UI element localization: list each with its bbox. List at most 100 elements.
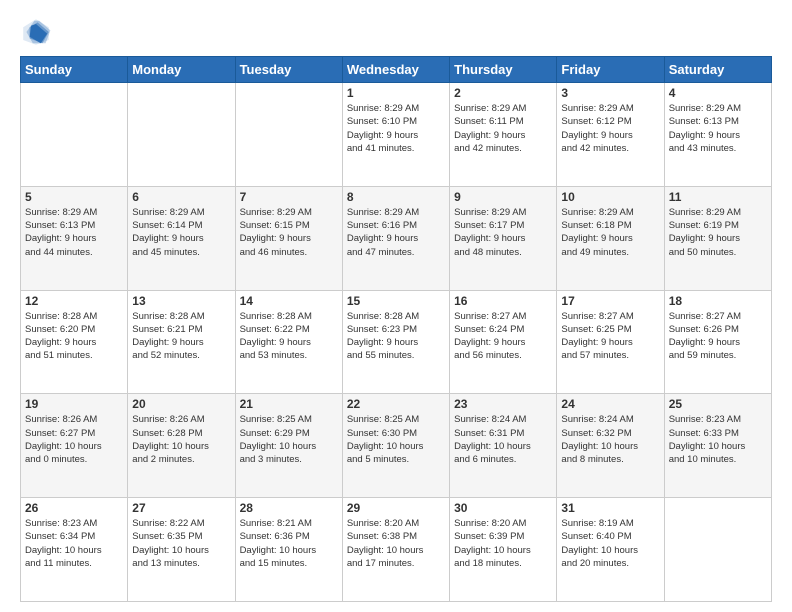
calendar-day-cell: 23Sunrise: 8:24 AM Sunset: 6:31 PM Dayli…: [450, 394, 557, 498]
calendar-day-cell: 12 Sunrise: 8:28 AM Sunset: 6:20 PM Dayli…: [21, 290, 128, 394]
calendar-day-cell: 7 Sunrise: 8:29 AM Sunset: 6:15 PM Daylig…: [235, 186, 342, 290]
calendar-week-row: 1 Sunrise: 8:29 AM Sunset: 6:10 PM Daylig…: [21, 83, 772, 187]
calendar-day-cell: 3 Sunrise: 8:29 AM Sunset: 6:12 PM Daylig…: [557, 83, 664, 187]
logo: [20, 16, 56, 48]
day-info: Sunrise: 8:19 AM Sunset: 6:40 PM Dayligh…: [561, 517, 659, 570]
calendar-header-cell: Sunday: [21, 57, 128, 83]
day-info: Sunrise: 8:28 AM Sunset: 6:22 PM Dayligh…: [240, 310, 338, 363]
day-number: 20: [132, 397, 230, 411]
calendar-day-cell: 15 Sunrise: 8:28 AM Sunset: 6:23 PM Dayli…: [342, 290, 449, 394]
day-info: Sunrise: 8:29 AM Sunset: 6:10 PM Dayligh…: [347, 102, 445, 155]
day-info: Sunrise: 8:28 AM Sunset: 6:20 PM Dayligh…: [25, 310, 123, 363]
calendar-day-cell: 27Sunrise: 8:22 AM Sunset: 6:35 PM Dayli…: [128, 498, 235, 602]
day-number: 11: [669, 190, 767, 204]
day-info: Sunrise: 8:25 AM Sunset: 6:29 PM Dayligh…: [240, 413, 338, 466]
day-info: Sunrise: 8:29 AM Sunset: 6:14 PM Dayligh…: [132, 206, 230, 259]
calendar-day-cell: 20 Sunrise: 8:26 AM Sunset: 6:28 PM Dayli…: [128, 394, 235, 498]
calendar-day-cell: 30 Sunrise: 8:20 AM Sunset: 6:39 PM Dayli…: [450, 498, 557, 602]
calendar-day-cell: [21, 83, 128, 187]
calendar-header-cell: Wednesday: [342, 57, 449, 83]
calendar-header-row: SundayMondayTuesdayWednesdayThursdayFrid…: [21, 57, 772, 83]
calendar-day-cell: 9 Sunrise: 8:29 AM Sunset: 6:17 PM Daylig…: [450, 186, 557, 290]
day-info: Sunrise: 8:29 AM Sunset: 6:13 PM Dayligh…: [669, 102, 767, 155]
day-number: 7: [240, 190, 338, 204]
calendar-day-cell: 25 Sunrise: 8:23 AM Sunset: 6:33 PM Dayli…: [664, 394, 771, 498]
calendar-day-cell: [235, 83, 342, 187]
calendar-day-cell: 31Sunrise: 8:19 AM Sunset: 6:40 PM Dayli…: [557, 498, 664, 602]
day-number: 1: [347, 86, 445, 100]
calendar-day-cell: 16 Sunrise: 8:27 AM Sunset: 6:24 PM Dayli…: [450, 290, 557, 394]
calendar-table: SundayMondayTuesdayWednesdayThursdayFrid…: [20, 56, 772, 602]
day-info: Sunrise: 8:21 AM Sunset: 6:36 PM Dayligh…: [240, 517, 338, 570]
day-number: 26: [25, 501, 123, 515]
day-info: Sunrise: 8:29 AM Sunset: 6:12 PM Dayligh…: [561, 102, 659, 155]
day-info: Sunrise: 8:29 AM Sunset: 6:13 PM Dayligh…: [25, 206, 123, 259]
day-number: 19: [25, 397, 123, 411]
day-number: 25: [669, 397, 767, 411]
day-info: Sunrise: 8:25 AM Sunset: 6:30 PM Dayligh…: [347, 413, 445, 466]
day-number: 9: [454, 190, 552, 204]
calendar-day-cell: 21Sunrise: 8:25 AM Sunset: 6:29 PM Dayli…: [235, 394, 342, 498]
calendar-header-cell: Tuesday: [235, 57, 342, 83]
day-info: Sunrise: 8:29 AM Sunset: 6:17 PM Dayligh…: [454, 206, 552, 259]
day-info: Sunrise: 8:23 AM Sunset: 6:33 PM Dayligh…: [669, 413, 767, 466]
day-number: 12: [25, 294, 123, 308]
calendar-week-row: 5 Sunrise: 8:29 AM Sunset: 6:13 PM Daylig…: [21, 186, 772, 290]
day-number: 16: [454, 294, 552, 308]
day-number: 8: [347, 190, 445, 204]
calendar-header-cell: Thursday: [450, 57, 557, 83]
day-info: Sunrise: 8:27 AM Sunset: 6:26 PM Dayligh…: [669, 310, 767, 363]
day-number: 30: [454, 501, 552, 515]
calendar-day-cell: 29 Sunrise: 8:20 AM Sunset: 6:38 PM Dayli…: [342, 498, 449, 602]
calendar-day-cell: 8 Sunrise: 8:29 AM Sunset: 6:16 PM Daylig…: [342, 186, 449, 290]
day-info: Sunrise: 8:29 AM Sunset: 6:18 PM Dayligh…: [561, 206, 659, 259]
day-info: Sunrise: 8:29 AM Sunset: 6:11 PM Dayligh…: [454, 102, 552, 155]
day-number: 3: [561, 86, 659, 100]
calendar-week-row: 19Sunrise: 8:26 AM Sunset: 6:27 PM Dayli…: [21, 394, 772, 498]
calendar-day-cell: 2 Sunrise: 8:29 AM Sunset: 6:11 PM Daylig…: [450, 83, 557, 187]
day-info: Sunrise: 8:20 AM Sunset: 6:39 PM Dayligh…: [454, 517, 552, 570]
day-info: Sunrise: 8:27 AM Sunset: 6:24 PM Dayligh…: [454, 310, 552, 363]
logo-icon: [20, 16, 52, 48]
day-number: 24: [561, 397, 659, 411]
day-number: 2: [454, 86, 552, 100]
calendar-day-cell: 28 Sunrise: 8:21 AM Sunset: 6:36 PM Dayli…: [235, 498, 342, 602]
calendar-day-cell: 19Sunrise: 8:26 AM Sunset: 6:27 PM Dayli…: [21, 394, 128, 498]
day-number: 28: [240, 501, 338, 515]
calendar-week-row: 12 Sunrise: 8:28 AM Sunset: 6:20 PM Dayli…: [21, 290, 772, 394]
day-info: Sunrise: 8:29 AM Sunset: 6:15 PM Dayligh…: [240, 206, 338, 259]
day-info: Sunrise: 8:26 AM Sunset: 6:28 PM Dayligh…: [132, 413, 230, 466]
day-number: 17: [561, 294, 659, 308]
day-number: 6: [132, 190, 230, 204]
calendar-day-cell: 13Sunrise: 8:28 AM Sunset: 6:21 PM Dayli…: [128, 290, 235, 394]
day-number: 5: [25, 190, 123, 204]
day-number: 29: [347, 501, 445, 515]
calendar-day-cell: 26 Sunrise: 8:23 AM Sunset: 6:34 PM Dayli…: [21, 498, 128, 602]
day-info: Sunrise: 8:27 AM Sunset: 6:25 PM Dayligh…: [561, 310, 659, 363]
day-info: Sunrise: 8:24 AM Sunset: 6:32 PM Dayligh…: [561, 413, 659, 466]
day-number: 14: [240, 294, 338, 308]
calendar-day-cell: 6 Sunrise: 8:29 AM Sunset: 6:14 PM Daylig…: [128, 186, 235, 290]
calendar-day-cell: 24 Sunrise: 8:24 AM Sunset: 6:32 PM Dayli…: [557, 394, 664, 498]
day-number: 22: [347, 397, 445, 411]
header: [20, 16, 772, 48]
calendar-day-cell: 14 Sunrise: 8:28 AM Sunset: 6:22 PM Dayli…: [235, 290, 342, 394]
day-info: Sunrise: 8:23 AM Sunset: 6:34 PM Dayligh…: [25, 517, 123, 570]
day-info: Sunrise: 8:28 AM Sunset: 6:23 PM Dayligh…: [347, 310, 445, 363]
day-number: 15: [347, 294, 445, 308]
calendar-day-cell: 18Sunrise: 8:27 AM Sunset: 6:26 PM Dayli…: [664, 290, 771, 394]
calendar-day-cell: 10 Sunrise: 8:29 AM Sunset: 6:18 PM Dayli…: [557, 186, 664, 290]
calendar-day-cell: 11Sunrise: 8:29 AM Sunset: 6:19 PM Dayli…: [664, 186, 771, 290]
calendar-header-cell: Friday: [557, 57, 664, 83]
calendar-day-cell: 4Sunrise: 8:29 AM Sunset: 6:13 PM Daylig…: [664, 83, 771, 187]
day-info: Sunrise: 8:24 AM Sunset: 6:31 PM Dayligh…: [454, 413, 552, 466]
day-info: Sunrise: 8:20 AM Sunset: 6:38 PM Dayligh…: [347, 517, 445, 570]
day-info: Sunrise: 8:28 AM Sunset: 6:21 PM Dayligh…: [132, 310, 230, 363]
calendar-day-cell: 17 Sunrise: 8:27 AM Sunset: 6:25 PM Dayli…: [557, 290, 664, 394]
calendar-day-cell: 1 Sunrise: 8:29 AM Sunset: 6:10 PM Daylig…: [342, 83, 449, 187]
day-number: 10: [561, 190, 659, 204]
calendar-header-cell: Saturday: [664, 57, 771, 83]
calendar-header-cell: Monday: [128, 57, 235, 83]
day-info: Sunrise: 8:22 AM Sunset: 6:35 PM Dayligh…: [132, 517, 230, 570]
day-info: Sunrise: 8:29 AM Sunset: 6:16 PM Dayligh…: [347, 206, 445, 259]
